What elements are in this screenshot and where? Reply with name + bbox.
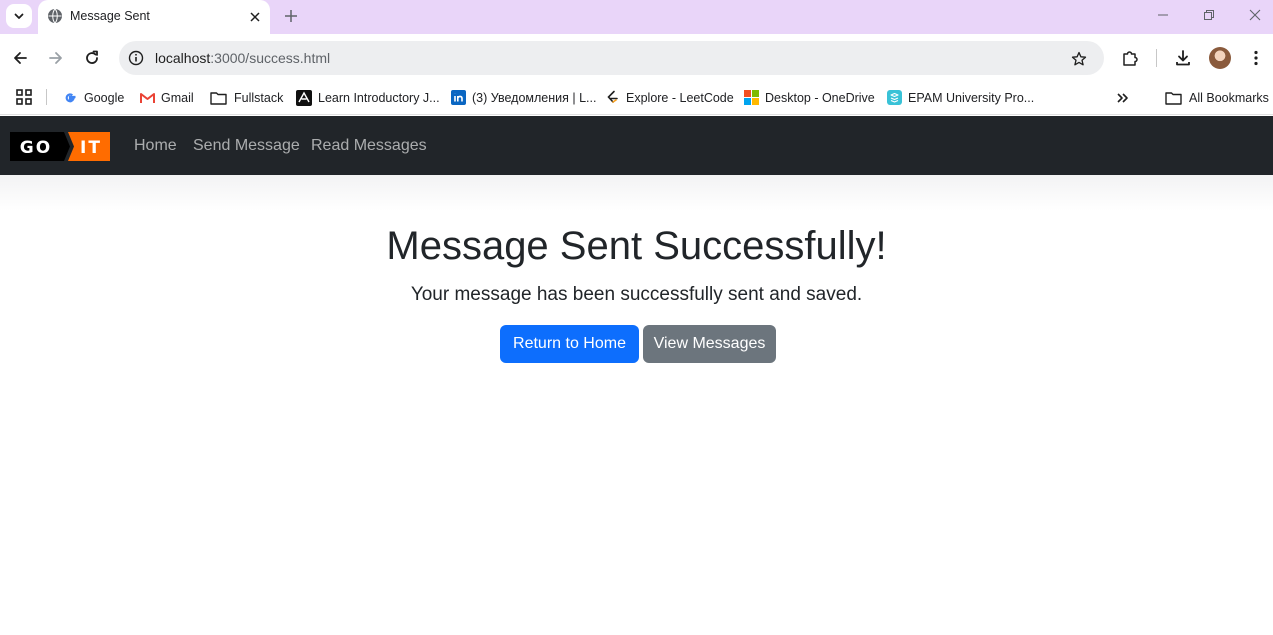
globe-icon bbox=[48, 8, 62, 24]
bookmark-star-icon[interactable] bbox=[1069, 49, 1089, 69]
restore-button[interactable] bbox=[1195, 4, 1223, 26]
close-window-button[interactable] bbox=[1241, 4, 1269, 26]
bookmark-label: EPAM University Pro... bbox=[908, 90, 1035, 105]
chevron-down-icon bbox=[14, 13, 24, 19]
site-navbar: GO IT Home Send Message Read Messages bbox=[0, 116, 1273, 175]
return-home-button[interactable]: Return to Home bbox=[500, 325, 639, 363]
bookmark-epam[interactable]: EPAM University Pro... bbox=[886, 81, 1034, 114]
folder-icon bbox=[209, 90, 228, 106]
bookmark-label: (3) Уведомления | L... bbox=[472, 90, 597, 105]
minimize-icon bbox=[1158, 14, 1168, 16]
back-button[interactable] bbox=[7, 45, 33, 71]
reload-button[interactable] bbox=[79, 45, 105, 71]
bookmark-linkedin[interactable]: (3) Уведомления | L... bbox=[450, 81, 596, 114]
profile-avatar[interactable] bbox=[1209, 47, 1231, 69]
new-tab-button[interactable] bbox=[280, 5, 302, 27]
address-bar[interactable]: localhost:3000/success.html bbox=[119, 41, 1104, 75]
tab-strip: Message Sent bbox=[0, 0, 1273, 34]
tab-close-button[interactable] bbox=[245, 7, 265, 27]
forward-button[interactable] bbox=[43, 45, 69, 71]
google-icon bbox=[62, 90, 78, 106]
bookmark-label: Desktop - OneDrive bbox=[765, 90, 875, 105]
menu-button[interactable] bbox=[1243, 45, 1269, 71]
all-bookmarks-button[interactable]: All Bookmarks bbox=[1164, 81, 1269, 114]
bookmarks-overflow-button[interactable] bbox=[1116, 81, 1130, 114]
downloads-button[interactable] bbox=[1170, 45, 1196, 71]
bookmark-fullstack[interactable]: Fullstack bbox=[209, 81, 283, 114]
apps-grid-icon[interactable] bbox=[15, 88, 33, 106]
browser-toolbar: localhost:3000/success.html bbox=[0, 34, 1273, 81]
linkedin-icon bbox=[450, 90, 466, 106]
site-info-icon[interactable] bbox=[127, 49, 145, 67]
nav-read-messages-link[interactable]: Read Messages bbox=[311, 137, 427, 155]
bookmark-onedrive[interactable]: Desktop - OneDrive bbox=[743, 81, 875, 114]
nav-home-link[interactable]: Home bbox=[134, 137, 177, 155]
epam-icon bbox=[886, 90, 902, 106]
bookmarks-divider bbox=[46, 89, 47, 105]
bookmark-label: Gmail bbox=[161, 90, 194, 105]
close-icon bbox=[1249, 9, 1261, 21]
bookmarks-bar: Google Gmail Fullstack Learn Introductor… bbox=[0, 81, 1273, 115]
tab-search-button[interactable] bbox=[6, 4, 32, 28]
bookmark-label: Fullstack bbox=[234, 90, 284, 105]
tab-active[interactable]: Message Sent bbox=[38, 0, 270, 34]
success-message: Your message has been successfully sent … bbox=[410, 284, 863, 305]
restore-icon bbox=[1204, 10, 1214, 20]
logo-text-it: IT bbox=[80, 138, 102, 158]
bookmark-label: Explore - LeetCode bbox=[626, 90, 734, 105]
url-text[interactable]: localhost:3000/success.html bbox=[155, 50, 330, 66]
arrow-right-icon bbox=[49, 52, 62, 64]
leetcode-icon bbox=[604, 90, 620, 106]
close-icon bbox=[250, 12, 260, 22]
puzzle-icon bbox=[1123, 51, 1138, 66]
bookmark-label: Google bbox=[84, 90, 125, 105]
tab-title: Message Sent bbox=[70, 9, 150, 23]
view-messages-button[interactable]: View Messages bbox=[643, 325, 776, 363]
microsoft-icon bbox=[743, 90, 759, 106]
bookmark-learn-introductory[interactable]: Learn Introductory J... bbox=[296, 81, 440, 114]
page-title: Message Sent Successfully! bbox=[386, 224, 887, 268]
arrow-left-icon bbox=[14, 52, 27, 64]
bookmark-label: Learn Introductory J... bbox=[318, 90, 440, 105]
minimize-button[interactable] bbox=[1149, 4, 1177, 26]
all-bookmarks-label: All Bookmarks bbox=[1189, 90, 1269, 105]
goit-logo[interactable]: GO IT bbox=[10, 132, 110, 161]
gmail-icon bbox=[139, 90, 155, 106]
logo-text-go: GO bbox=[20, 138, 52, 158]
navbar-shadow bbox=[0, 175, 1273, 211]
learn-site-icon bbox=[296, 89, 312, 106]
url-host: localhost bbox=[155, 50, 211, 66]
folder-icon bbox=[1164, 90, 1183, 106]
bookmark-google[interactable]: Google bbox=[62, 81, 124, 114]
url-path: :3000/success.html bbox=[210, 50, 331, 66]
nav-send-message-link[interactable]: Send Message bbox=[193, 137, 300, 155]
more-vert-icon bbox=[1254, 50, 1258, 66]
bookmark-leetcode[interactable]: Explore - LeetCode bbox=[604, 81, 734, 114]
plus-icon bbox=[285, 10, 297, 22]
reload-icon bbox=[86, 50, 98, 64]
bookmark-gmail[interactable]: Gmail bbox=[139, 81, 194, 114]
toolbar-divider bbox=[1156, 49, 1157, 67]
double-chevron-right-icon bbox=[1117, 92, 1128, 103]
download-icon bbox=[1176, 50, 1190, 66]
extensions-button[interactable] bbox=[1117, 45, 1143, 71]
